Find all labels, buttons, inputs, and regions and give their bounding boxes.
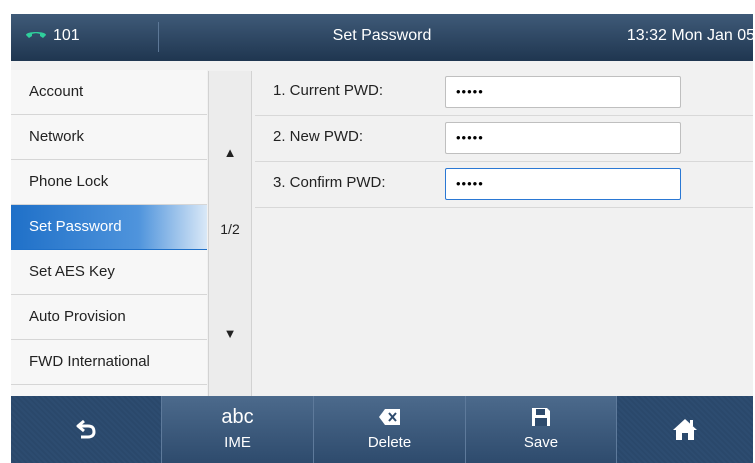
menu-item-set-aes-key[interactable]: Set AES Key bbox=[11, 250, 207, 295]
home-icon bbox=[673, 419, 697, 440]
home-button[interactable] bbox=[617, 396, 753, 463]
menu-item-fwd-international[interactable]: FWD International bbox=[11, 340, 207, 385]
clock: 13:32 Mon Jan 05 bbox=[626, 27, 753, 44]
status-bar: 101 Set Password 13:32 Mon Jan 05 bbox=[11, 14, 753, 61]
password-form: 1. Current PWD: ••••• 2. New PWD: ••••• … bbox=[255, 70, 753, 396]
menu-item-phone-lock[interactable]: Phone Lock bbox=[11, 160, 207, 205]
save-button[interactable]: Save bbox=[465, 396, 617, 463]
delete-label: Delete bbox=[367, 434, 412, 451]
floppy-disk-icon bbox=[532, 408, 550, 426]
menu-item-set-password[interactable]: Set Password bbox=[11, 205, 207, 250]
current-pwd-input[interactable]: ••••• bbox=[445, 76, 681, 108]
current-pwd-label: 1. Current PWD: bbox=[273, 82, 384, 99]
ime-label: IME bbox=[224, 434, 251, 451]
confirm-pwd-row: 3. Confirm PWD: ••••• bbox=[255, 162, 753, 208]
settings-menu: Account Network Phone Lock Set Password … bbox=[11, 70, 207, 396]
new-pwd-row: 2. New PWD: ••••• bbox=[255, 116, 753, 162]
new-pwd-input[interactable]: ••••• bbox=[445, 122, 681, 154]
softkey-bar: abc IME Delete Save bbox=[11, 396, 753, 463]
current-pwd-row: 1. Current PWD: ••••• bbox=[255, 70, 753, 116]
confirm-pwd-label: 3. Confirm PWD: bbox=[273, 174, 386, 191]
menu-item-account[interactable]: Account bbox=[11, 70, 207, 115]
triangle-down-icon[interactable]: ▼ bbox=[209, 326, 251, 341]
phone-screen: 101 Set Password 13:32 Mon Jan 05 Accoun… bbox=[11, 14, 753, 463]
back-arrow-icon bbox=[76, 419, 96, 439]
menu-item-network[interactable]: Network bbox=[11, 115, 207, 160]
page-indicator: 1/2 bbox=[220, 221, 240, 237]
back-button[interactable] bbox=[11, 396, 161, 463]
menu-item-auto-provision[interactable]: Auto Provision bbox=[11, 295, 207, 340]
page-scroller: ▲ 1/2 ▼ bbox=[208, 71, 252, 396]
backspace-icon bbox=[378, 409, 400, 425]
ime-button[interactable]: abc IME bbox=[161, 396, 313, 463]
new-pwd-label: 2. New PWD: bbox=[273, 128, 364, 145]
abc-icon: abc bbox=[221, 405, 254, 428]
save-label: Save bbox=[523, 434, 559, 451]
delete-button[interactable]: Delete bbox=[313, 396, 465, 463]
confirm-pwd-input[interactable]: ••••• bbox=[445, 168, 681, 200]
triangle-up-icon[interactable]: ▲ bbox=[209, 145, 251, 160]
